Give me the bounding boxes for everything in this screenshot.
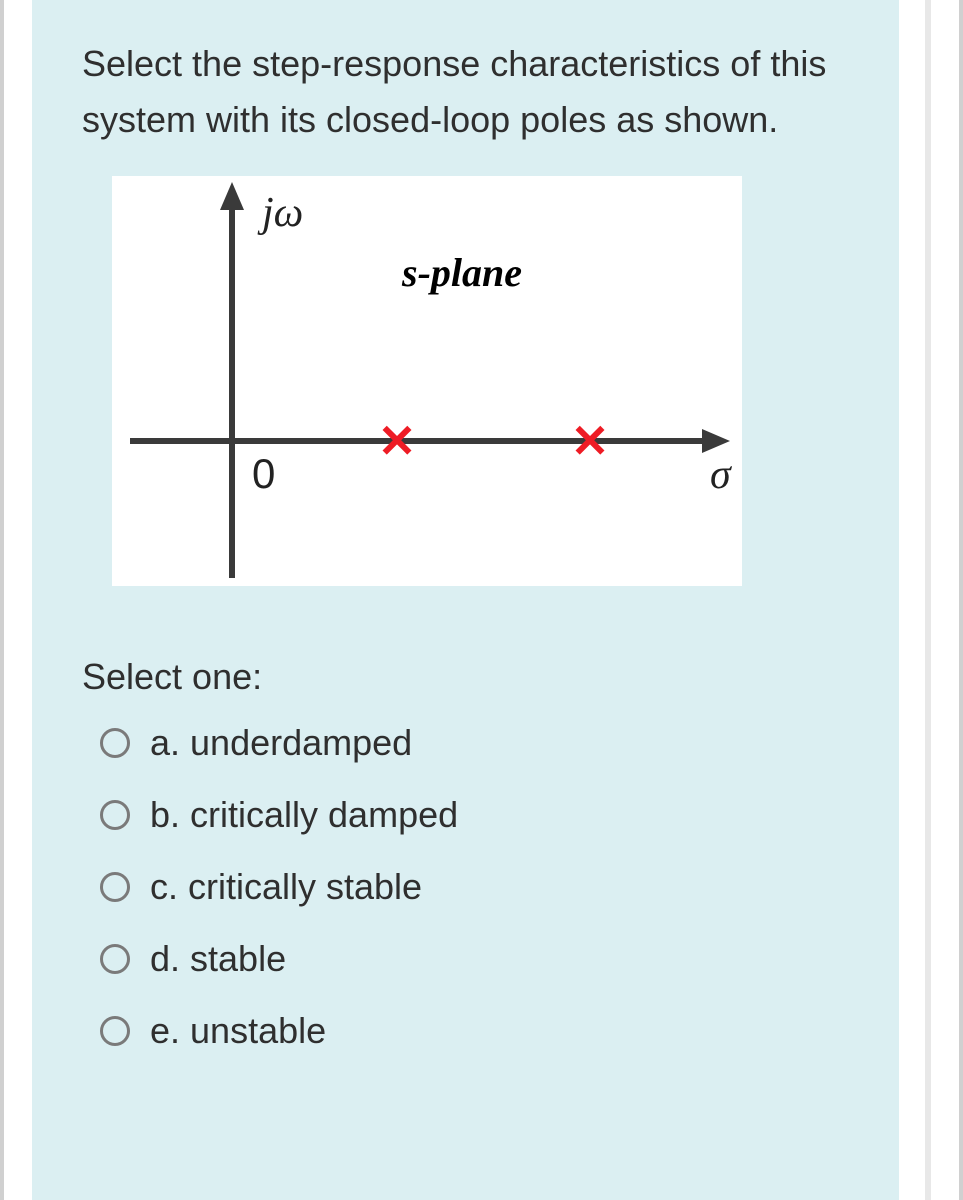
option-label: b. critically damped — [150, 794, 458, 836]
origin-label: 0 — [252, 450, 275, 497]
question-text: Select the step-response characteristics… — [82, 36, 849, 148]
option-label: e. unstable — [150, 1010, 326, 1052]
option-label: c. critically stable — [150, 866, 422, 908]
real-axis-label: σ — [710, 452, 733, 498]
imag-axis-arrowhead — [220, 182, 244, 210]
radio-icon[interactable] — [100, 872, 130, 902]
option-label: d. stable — [150, 938, 286, 980]
option-a[interactable]: a. underdamped — [100, 722, 849, 764]
option-c[interactable]: c. critically stable — [100, 866, 849, 908]
content-column: Select the step-response characteristics… — [32, 0, 931, 1200]
radio-icon[interactable] — [100, 944, 130, 974]
real-axis-arrowhead — [702, 429, 730, 453]
page-frame: Select the step-response characteristics… — [0, 0, 963, 1200]
imag-axis-label: jω — [257, 190, 303, 236]
options-group: a. underdamped b. critically damped c. c… — [100, 722, 849, 1052]
option-label: a. underdamped — [150, 722, 412, 764]
plane-label: s-plane — [401, 250, 522, 295]
option-e[interactable]: e. unstable — [100, 1010, 849, 1052]
option-b[interactable]: b. critically damped — [100, 794, 849, 836]
pole-marker: ✕ — [378, 415, 417, 467]
s-plane-diagram: jω s-plane 0 σ ✕ ✕ — [112, 176, 742, 586]
option-d[interactable]: d. stable — [100, 938, 849, 980]
select-one-prompt: Select one: — [82, 656, 849, 698]
radio-icon[interactable] — [100, 728, 130, 758]
radio-icon[interactable] — [100, 800, 130, 830]
radio-icon[interactable] — [100, 1016, 130, 1046]
question-card: Select the step-response characteristics… — [32, 0, 899, 1200]
pole-marker: ✕ — [571, 415, 610, 467]
